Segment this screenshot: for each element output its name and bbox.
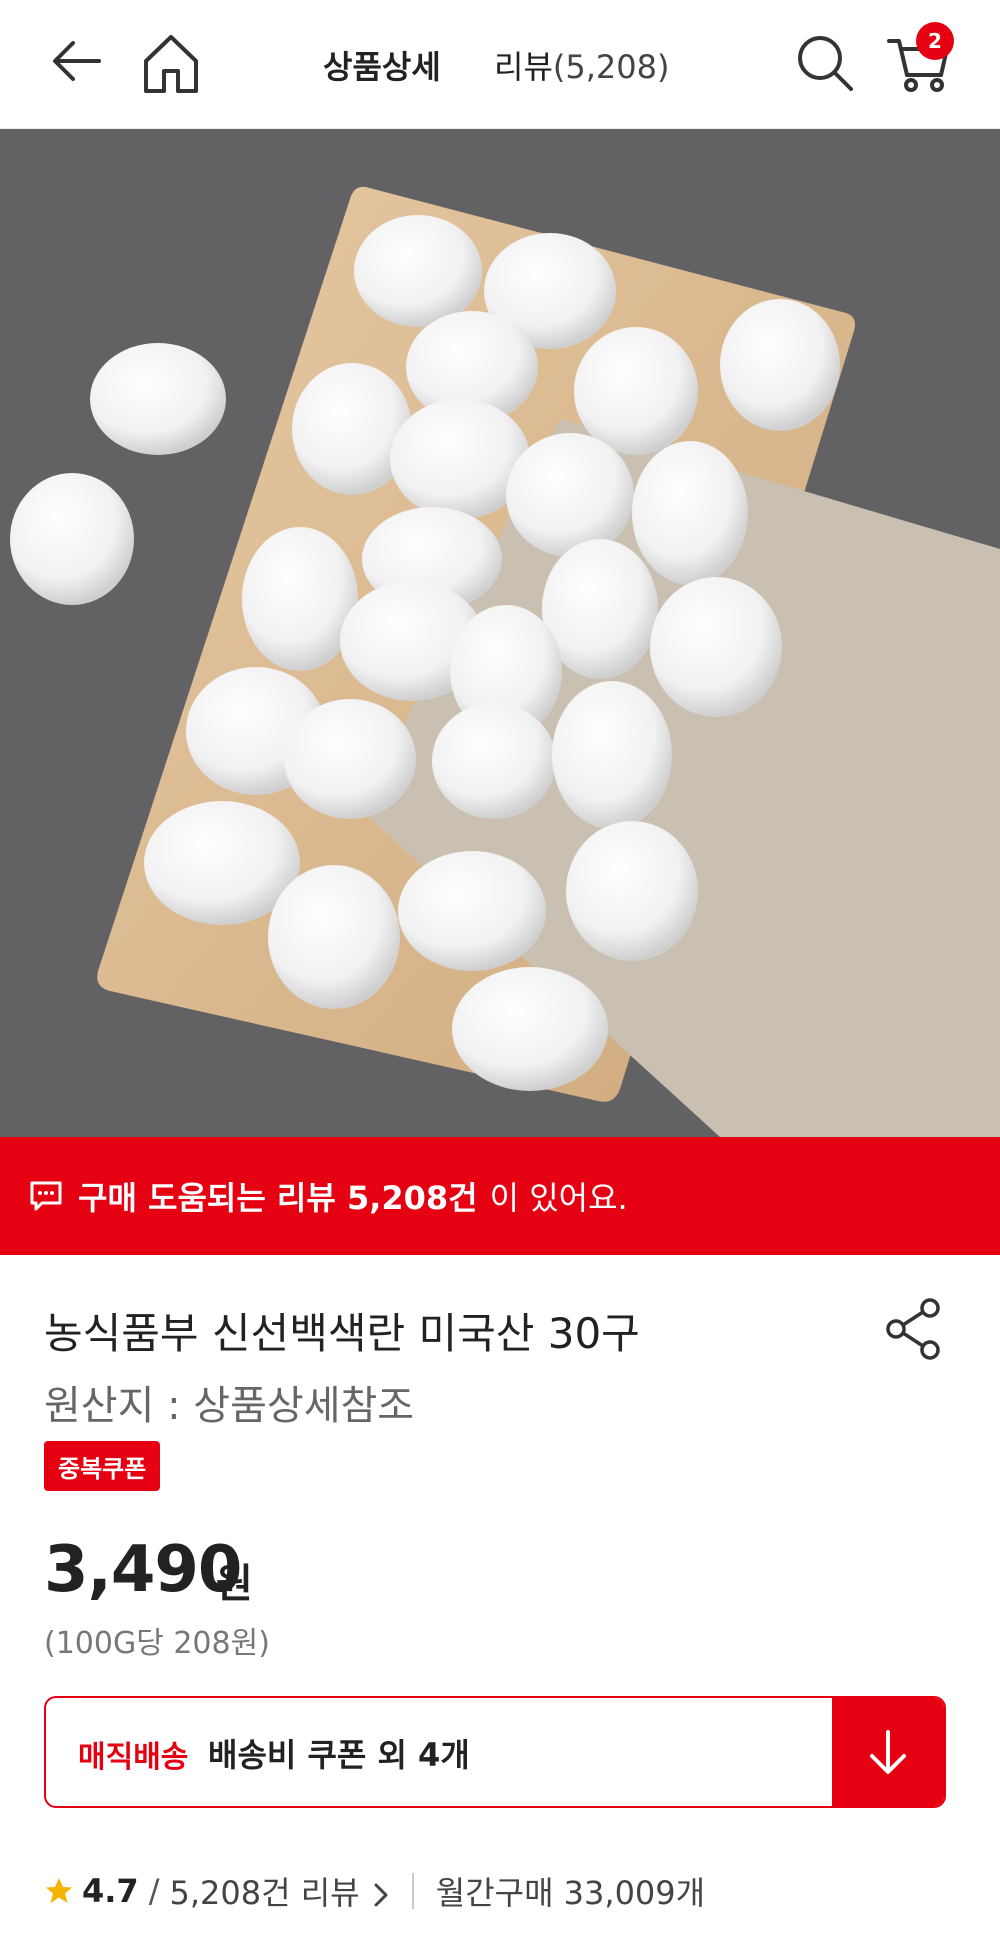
product-price: 3,490 <box>44 1533 242 1607</box>
product-title: 농식품부 신선백색란 미국산 30구 <box>44 1309 640 1358</box>
product-photo-eggs <box>0 129 1000 1137</box>
tab-product-detail[interactable]: 상품상세 <box>323 42 441 88</box>
tab-reviews[interactable]: 리뷰(5,208) <box>494 42 669 88</box>
search-icon <box>798 36 853 91</box>
product-origin: 원산지 : 상품상세참조 <box>44 1383 415 1429</box>
cart-count-badge: 2 <box>916 22 954 60</box>
rating-slash: / <box>148 1872 160 1910</box>
top-app-bar: 상품상세 리뷰(5,208) 2 <box>0 0 1000 129</box>
delivery-coupon-box[interactable]: 매직배송 배송비 쿠폰 외 4개 <box>44 1696 946 1808</box>
rating-stats-row: 4.7 / 5,208건 리뷰 월간구매 33,009개 <box>44 1866 705 1916</box>
divider <box>411 1873 414 1909</box>
star-icon <box>46 1878 72 1903</box>
review-banner[interactable]: 구매 도움되는 리뷰 5,208건 이 있어요. <box>0 1137 1000 1255</box>
review-banner-highlight: 구매 도움되는 리뷰 5,208건 <box>78 1179 478 1217</box>
tab-reviews-count: (5,208) <box>552 48 670 86</box>
review-count-label: 5,208건 리뷰 <box>169 1874 360 1912</box>
review-count-link[interactable]: 5,208건 리뷰 <box>169 1868 389 1914</box>
review-banner-text: 이 있어요. <box>489 1179 628 1217</box>
unit-price: (100G당 208원) <box>44 1626 270 1661</box>
rating-value: 4.7 <box>82 1872 139 1910</box>
price-currency: 원 <box>216 1561 253 1607</box>
magic-delivery-label: 매직배송 <box>78 1740 189 1775</box>
chevron-right-icon <box>374 1883 388 1907</box>
monthly-purchases: 월간구매 33,009개 <box>435 1874 706 1912</box>
product-image-carousel[interactable]: 1/6 <box>0 129 1000 1137</box>
tab-reviews-label: 리뷰 <box>494 48 553 86</box>
share-button[interactable] <box>884 1296 944 1362</box>
share-icon <box>886 1298 940 1360</box>
coupon-badge: 중복쿠폰 <box>44 1441 161 1491</box>
coupon-download-button[interactable] <box>832 1698 944 1806</box>
search-button[interactable] <box>790 28 860 98</box>
chat-bubble-icon <box>30 1181 62 1211</box>
arrow-down-icon <box>870 1730 906 1774</box>
cart-button[interactable]: 2 <box>880 22 960 98</box>
delivery-coupon-text: 배송비 쿠폰 외 4개 <box>208 1736 470 1774</box>
